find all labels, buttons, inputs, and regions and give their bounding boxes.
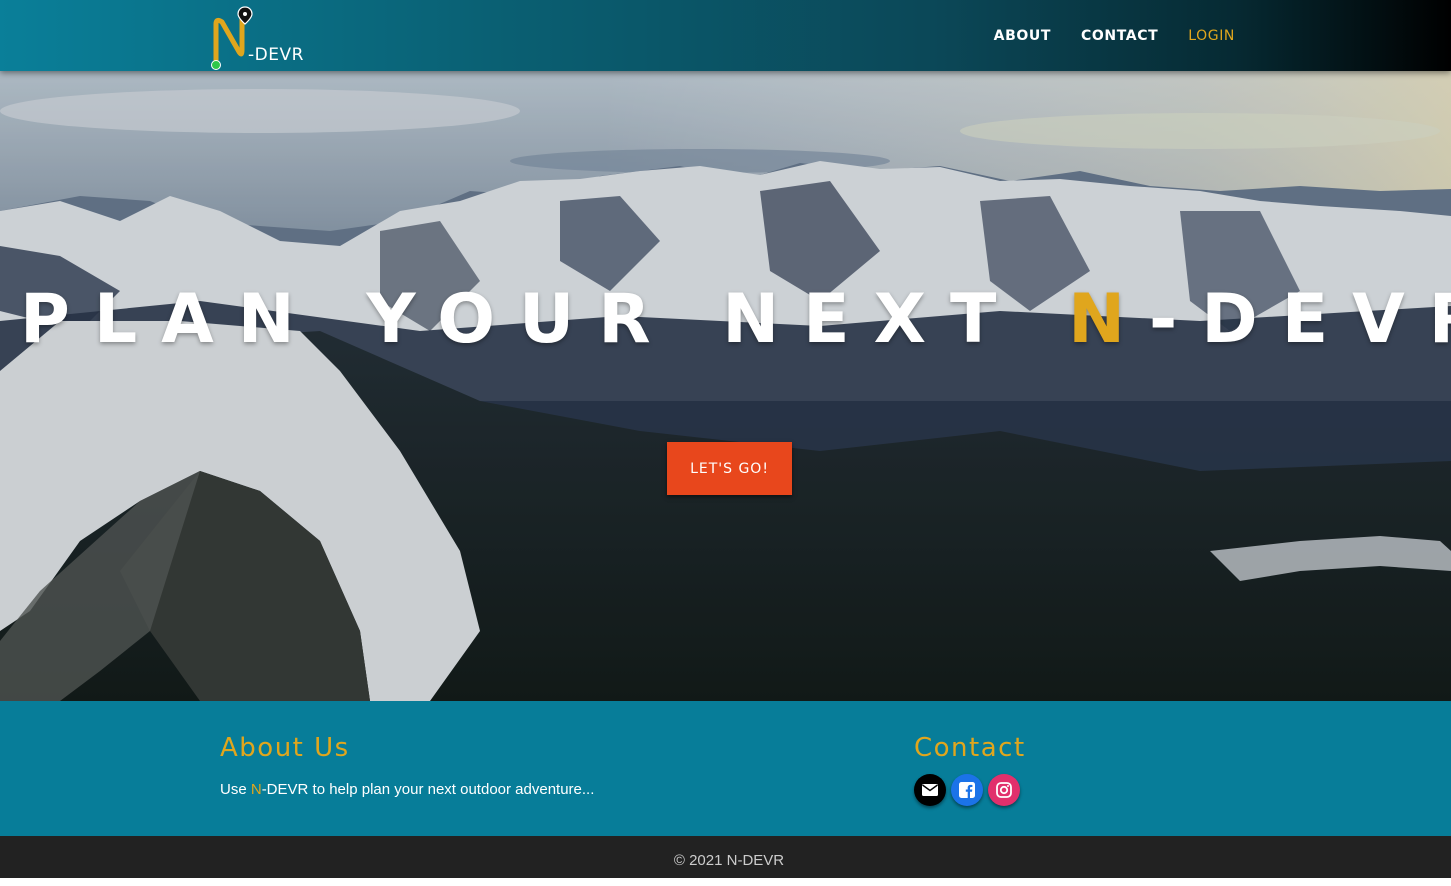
info-section: About Us Use N-DEVR to help plan your ne… (0, 701, 1451, 836)
about-text-post: -DEVR to help plan your next outdoor adv… (261, 781, 595, 798)
brand-name: -DEVR (248, 45, 304, 65)
copyright-text: © 2021 N-DEVR (673, 852, 785, 869)
about-text-accent: N (250, 781, 262, 798)
mountain-background-image (0, 71, 1451, 701)
nav-login-link[interactable]: LOGIN (1188, 28, 1235, 44)
instagram-button[interactable] (988, 774, 1020, 806)
hero-title: PLAN YOUR NEXT N-DEVR (0, 275, 1451, 365)
nav-about-link[interactable]: ABOUT (994, 28, 1051, 44)
footer: © 2021 N-DEVR (0, 836, 1451, 878)
hero-title-accent: N (1068, 279, 1150, 359)
instagram-icon (996, 782, 1012, 798)
lets-go-button[interactable]: LET'S GO! (667, 442, 792, 495)
social-links (914, 774, 1020, 806)
envelope-icon (922, 784, 938, 796)
nav-contact-link[interactable]: CONTACT (1081, 28, 1158, 44)
email-button[interactable] (914, 774, 946, 806)
about-text-pre: Use (220, 781, 251, 798)
about-heading: About Us (220, 733, 350, 763)
facebook-button[interactable] (951, 774, 983, 806)
about-text: Use N-DEVR to help plan your next outdoo… (220, 781, 594, 798)
navbar: -DEVR ABOUT CONTACT LOGIN (0, 0, 1451, 71)
hero-title-suffix: -DEVR (1149, 279, 1451, 359)
hero-title-text: PLAN YOUR NEXT (20, 279, 1069, 359)
facebook-icon (959, 782, 975, 798)
brand-logo[interactable]: -DEVR (210, 6, 320, 70)
contact-heading: Contact (914, 733, 1026, 763)
hero-section: PLAN YOUR NEXT N-DEVR LET'S GO! (0, 71, 1451, 701)
nav-menu: ABOUT CONTACT LOGIN (994, 0, 1235, 71)
